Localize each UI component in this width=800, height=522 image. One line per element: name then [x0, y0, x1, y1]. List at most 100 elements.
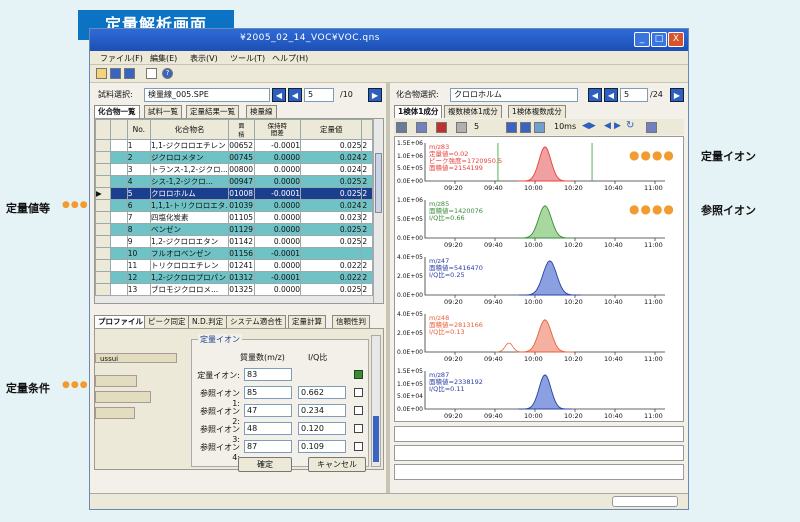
chromatogram-plot[interactable]: 4.0E+05 2.0E+05 0.0E+00 09:20 09:40 10:00 10:2…: [395, 308, 683, 365]
tab-nd[interactable]: N.D.判定: [188, 315, 228, 328]
ion-ratio-input[interactable]: 0.120: [298, 422, 346, 435]
ion-checkbox[interactable]: [354, 406, 363, 415]
compound-select-dropdown[interactable]: クロロホルム: [450, 88, 578, 102]
sample-select-dropdown[interactable]: 検量線_005.SPE: [144, 88, 270, 102]
open-folder-icon[interactable]: [96, 68, 107, 79]
col-extra-header[interactable]: [361, 119, 373, 140]
table-row[interactable]: 13 ブロモジクロロメ... 01325 0.0000 0.025 2: [95, 283, 373, 296]
zoom-icon[interactable]: [506, 122, 517, 133]
save-icon[interactable]: [110, 68, 121, 79]
cancel-button[interactable]: キャンセル: [308, 457, 366, 472]
step-back-icon[interactable]: ◀▶: [582, 121, 596, 131]
tab-calibration[interactable]: 検量線: [246, 105, 277, 118]
col-value-header[interactable]: 定量値: [300, 119, 363, 140]
chart-icon[interactable]: [416, 122, 427, 133]
table-row[interactable]: 4 シス-1,2-ジクロ... 00947 0.0000 0.025 2: [95, 175, 373, 188]
tab-quant-calc[interactable]: 定量計算: [288, 315, 326, 328]
x-tick-label: 10:40: [604, 298, 623, 306]
tab-system-fit[interactable]: システム適合性: [226, 315, 287, 328]
col-area-header[interactable]: 面 積: [228, 119, 255, 140]
ion-checkbox[interactable]: [354, 424, 363, 433]
tab-sample-list[interactable]: 試料一覧: [144, 105, 182, 118]
table-row[interactable]: 7 四塩化炭素 01105 0.0000 0.023 2: [95, 211, 373, 224]
ion-checkbox[interactable]: [354, 370, 363, 379]
profile-side-item[interactable]: [95, 407, 135, 419]
tab-peak-id[interactable]: ピーク同定: [144, 315, 190, 328]
grid-icon[interactable]: [396, 122, 407, 133]
menu-edit[interactable]: 編集(E): [150, 53, 177, 64]
table-row[interactable]: 9 1,2-ジクロロエタン 01142 0.0000 0.025 2: [95, 235, 373, 248]
profile-vscroll-thumb[interactable]: [373, 416, 379, 462]
next-icon[interactable]: ▶: [614, 121, 621, 131]
table-row[interactable]: 2 ジクロロメタン 00745 0.0000 0.024 2: [95, 151, 373, 164]
ion-mass-input[interactable]: 85: [244, 386, 292, 399]
profile-side-item[interactable]: [95, 375, 137, 387]
refresh-icon[interactable]: ↻: [626, 120, 634, 131]
prev-icon[interactable]: ◀: [604, 121, 611, 131]
peak-icon[interactable]: [436, 122, 447, 133]
table-row[interactable]: 6 1,1,1-トリクロロエタ... 01039 0.0000 0.024 2: [95, 199, 373, 212]
table-hscroll[interactable]: [95, 295, 373, 303]
close-button[interactable]: X: [668, 32, 684, 47]
tab-multi-sample-one-comp[interactable]: 複数検体1成分: [444, 105, 502, 118]
sample-first-button[interactable]: ◀: [272, 88, 286, 102]
menu-view[interactable]: 表示(V): [190, 53, 218, 64]
tab-one-sample-multi-comp[interactable]: 1検体複数成分: [508, 105, 566, 118]
help-icon[interactable]: ?: [162, 68, 173, 79]
copy-chart-icon[interactable]: [534, 122, 545, 133]
profile-side-item[interactable]: [95, 391, 151, 403]
copy-icon[interactable]: [146, 68, 157, 79]
compound-prev-button[interactable]: ◀: [604, 88, 618, 102]
table-row[interactable]: 12 1,2-ジクロロプロパン 01312 -0.0001 0.022 2: [95, 271, 373, 284]
minimize-button[interactable]: _: [634, 32, 650, 47]
table-vscroll-thumb[interactable]: [375, 153, 382, 213]
compound-index-input[interactable]: 5: [620, 88, 648, 102]
tab-reliability[interactable]: 信頼性判: [332, 315, 370, 328]
sample-prev-button[interactable]: ◀: [288, 88, 302, 102]
layers-icon[interactable]: [520, 122, 531, 133]
chromatogram-plot[interactable]: 1.5E+06 1.0E+06 5.0E+05 0.0E+00 09:20 09:40 10…: [395, 137, 683, 194]
tab-profile[interactable]: プロファイル: [94, 315, 147, 328]
menu-file[interactable]: ファイル(F): [100, 53, 143, 64]
ion-checkbox[interactable]: [354, 442, 363, 451]
chromatogram-plot[interactable]: 1.5E+05 1.0E+05 5.0E+04 0.0E+00 09:20 09:40 10…: [395, 365, 683, 421]
tab-one-sample-one-comp[interactable]: 1検体1成分: [394, 105, 443, 118]
ion-mass-input[interactable]: 47: [244, 404, 292, 417]
ok-button[interactable]: 確定: [238, 457, 292, 472]
compound-next-button[interactable]: ▶: [670, 88, 684, 102]
maximize-button[interactable]: □: [651, 32, 667, 47]
table-row[interactable]: ▶ 5 クロロホルム 01008 -0.0001 0.025 2: [95, 187, 373, 200]
ion-checkbox[interactable]: [354, 388, 363, 397]
pane-splitter[interactable]: [386, 83, 390, 493]
table-vscroll[interactable]: [373, 119, 383, 303]
ion-mass-input[interactable]: 83: [244, 368, 292, 381]
tab-result-list[interactable]: 定量結果一覧: [186, 105, 239, 118]
sample-next-button[interactable]: ▶: [368, 88, 382, 102]
chromatogram-plot[interactable]: 4.0E+05 2.0E+05 0.0E+00 09:20 09:40 10:00 10:2…: [395, 251, 683, 308]
tab-compound-list[interactable]: 化合物一覧: [94, 105, 140, 118]
filter-icon[interactable]: [456, 122, 467, 133]
col-rt-header[interactable]: 保持時 間差: [253, 119, 302, 140]
table-row[interactable]: 10 フルオロベンゼン 01156 -0.0001: [95, 247, 373, 260]
sample-index-input[interactable]: 5: [304, 88, 334, 102]
col-no-header[interactable]: No.: [126, 119, 151, 140]
table-row[interactable]: 8 ベンゼン 01129 0.0000 0.025 2: [95, 223, 373, 236]
col-name-header[interactable]: 化合物名: [149, 119, 230, 140]
menu-help[interactable]: ヘルプ(H): [272, 53, 308, 64]
cell-extra: 2: [361, 151, 373, 164]
ion-mass-input[interactable]: 48: [244, 422, 292, 435]
ion-ratio-input[interactable]: 0.109: [298, 440, 346, 453]
save-all-icon[interactable]: [124, 68, 135, 79]
compound-first-button[interactable]: ◀: [588, 88, 602, 102]
table-row[interactable]: 11 トリクロロエチレン 01241 0.0000 0.022 2: [95, 259, 373, 272]
settings-icon[interactable]: [646, 122, 657, 133]
table-row[interactable]: 1 1,1-ジクロロエチレン 00652 -0.0001 0.025 2: [95, 139, 373, 152]
ion-ratio-input[interactable]: 0.234: [298, 404, 346, 417]
peak-info-text: 面積値=2154199: [429, 164, 483, 172]
table-row[interactable]: 3 トランス-1,2-ジクロ... 00800 0.0000 0.024 2: [95, 163, 373, 176]
menu-tools[interactable]: ツール(T): [230, 53, 265, 64]
ion-mass-input[interactable]: 87: [244, 440, 292, 453]
ion-ratio-input[interactable]: 0.662: [298, 386, 346, 399]
profile-vscroll[interactable]: [371, 335, 381, 467]
profile-side-item[interactable]: ussui: [95, 353, 177, 363]
